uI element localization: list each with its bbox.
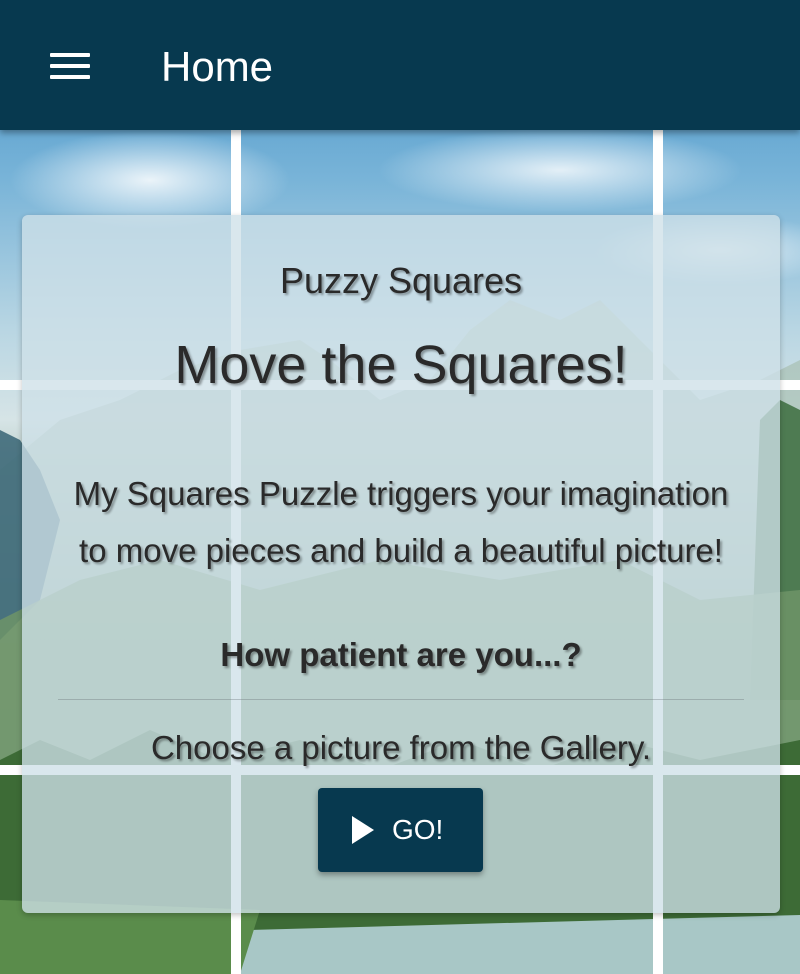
- app-bar: Home: [0, 0, 800, 130]
- menu-bar-line: [50, 75, 90, 79]
- hamburger-menu-icon[interactable]: [38, 40, 102, 92]
- card-instruction: Choose a picture from the Gallery.: [150, 729, 652, 766]
- divider: [58, 699, 744, 700]
- go-button[interactable]: GO!: [318, 788, 483, 872]
- card-headline: Move the Squares!: [174, 335, 628, 395]
- card-description: My Squares Puzzle triggers your imaginat…: [73, 475, 729, 569]
- welcome-card: Puzzy Squares Move the Squares! My Squar…: [22, 215, 780, 913]
- card-question: How patient are you...?: [220, 636, 582, 673]
- page-title: Home: [161, 43, 274, 90]
- app-name: Puzzy Squares: [279, 260, 523, 301]
- menu-bar-line: [50, 64, 90, 68]
- menu-bar-line: [50, 53, 90, 57]
- app-root: Home Puzzy Squares Move the Squares! My …: [0, 0, 800, 974]
- play-icon: [352, 816, 374, 844]
- go-button-label: GO!: [392, 814, 444, 845]
